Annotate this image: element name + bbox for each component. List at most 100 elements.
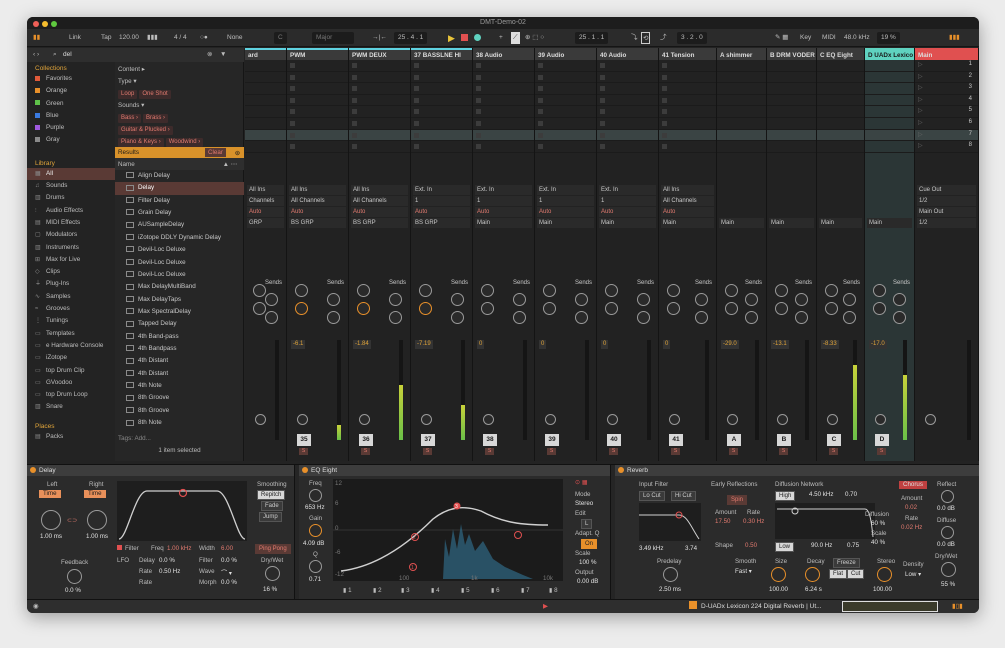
clip-slot[interactable]: [767, 141, 816, 153]
clip-slot[interactable]: [473, 72, 534, 84]
band-1[interactable]: ▮ 1: [343, 587, 352, 594]
tags-add[interactable]: Tags: Add...: [115, 432, 244, 444]
clear-results-button[interactable]: Clear: [204, 148, 226, 157]
track-activator[interactable]: D: [875, 434, 889, 446]
feedback-knob[interactable]: [67, 569, 82, 584]
high-damping-value[interactable]: 0.70: [845, 491, 857, 498]
input-type-dropdown[interactable]: All Ins: [351, 184, 408, 195]
volume-value[interactable]: 0: [477, 340, 485, 349]
scene-launch-icon[interactable]: ▷: [918, 107, 923, 114]
clip-stop-icon[interactable]: [600, 97, 605, 103]
clip-slot[interactable]: [349, 83, 410, 95]
loop-length-field[interactable]: 3 . 2 . 0: [677, 32, 707, 44]
solo-button[interactable]: S: [299, 448, 308, 455]
volume-value[interactable]: -6.1: [291, 340, 306, 349]
clip-slot[interactable]: [659, 141, 716, 153]
lo-cut-button[interactable]: Lo Cut: [639, 491, 665, 501]
clip-slot[interactable]: [597, 106, 658, 118]
clip-stop-icon[interactable]: [538, 63, 543, 68]
library-item-drum-loop[interactable]: ▭ top Drum Loop: [27, 389, 115, 401]
clip-slot[interactable]: [349, 106, 410, 118]
monitor-switch[interactable]: Auto: [289, 206, 346, 217]
send-d-knob[interactable]: [575, 311, 588, 324]
clip-slot[interactable]: [597, 95, 658, 107]
volume-value[interactable]: -8.33: [821, 340, 839, 349]
left-time-knob[interactable]: [41, 510, 61, 530]
scene-number[interactable]: 4: [969, 96, 972, 102]
overview-thumbnail[interactable]: [842, 601, 938, 612]
eq-output-value[interactable]: 0.00 dB: [577, 578, 598, 585]
send-a-knob[interactable]: [825, 284, 838, 297]
output-routing-dropdown[interactable]: GRP: [247, 217, 284, 228]
library-item-max-for-live[interactable]: ⊞ Max for Live: [27, 254, 115, 266]
clip-stop-icon[interactable]: [538, 109, 543, 115]
clip-stop-icon[interactable]: [414, 144, 419, 150]
spin-amount-value[interactable]: 17.50: [715, 518, 730, 525]
clip-slot[interactable]: [411, 106, 472, 118]
flat-button[interactable]: Flat: [829, 569, 848, 579]
clip-slot[interactable]: [767, 72, 816, 84]
scene-launch-icon[interactable]: ▷: [918, 119, 923, 126]
clip-slot[interactable]: [767, 129, 816, 142]
scale-dropdown[interactable]: Major: [312, 32, 354, 44]
clip-slot[interactable]: [245, 72, 286, 84]
high-freq-value[interactable]: 4.50 kHz: [809, 491, 833, 498]
track-activator[interactable]: 35: [297, 434, 311, 446]
tempo-field[interactable]: 120.00: [119, 32, 139, 44]
clip-slot[interactable]: [865, 83, 914, 95]
clip-stop-icon[interactable]: [352, 63, 357, 68]
clip-slot[interactable]: [717, 106, 766, 118]
input-type-dropdown[interactable]: All Ins: [247, 184, 284, 195]
send-d-knob[interactable]: [389, 311, 402, 324]
send-c-knob[interactable]: [295, 302, 308, 315]
clip-slot[interactable]: [473, 118, 534, 130]
clip-slot[interactable]: [287, 95, 348, 107]
view-toggle-icon[interactable]: ▮▮▮: [949, 32, 960, 44]
scene-number[interactable]: 1: [969, 61, 972, 67]
places-item-packs[interactable]: ▤ Packs: [27, 431, 115, 443]
result-item[interactable]: Devil-Loc Deluxe: [115, 269, 244, 281]
clip-stop-icon[interactable]: [352, 97, 357, 103]
high-button[interactable]: High: [775, 491, 796, 501]
monitor-switch[interactable]: Auto: [413, 206, 470, 217]
link-button[interactable]: Link: [69, 32, 81, 44]
low-button[interactable]: Low: [775, 542, 795, 552]
cut-button[interactable]: Cut: [847, 569, 865, 579]
freeze-button[interactable]: Freeze: [833, 558, 860, 568]
clip-slot[interactable]: [535, 141, 596, 153]
volume-value[interactable]: 0: [663, 340, 671, 349]
monitor-switch[interactable]: Auto: [247, 206, 284, 217]
clip-slot[interactable]: [597, 129, 658, 142]
scene-number[interactable]: 5: [969, 107, 972, 113]
scene-number[interactable]: 3: [969, 84, 972, 90]
fade-button[interactable]: Fade: [261, 501, 283, 511]
diffusion-display[interactable]: [775, 503, 875, 539]
clip-stop-icon[interactable]: [352, 144, 357, 150]
clip-slot[interactable]: [411, 95, 472, 107]
reflect-knob[interactable]: [941, 490, 954, 503]
result-item[interactable]: 4th Bandpass: [115, 343, 244, 355]
clip-stop-icon[interactable]: [476, 86, 481, 92]
input-channel-dropdown[interactable]: All Channels: [289, 195, 346, 206]
result-item[interactable]: 8th Groove: [115, 405, 244, 417]
pan-knob[interactable]: [545, 414, 556, 425]
clip-stop-icon[interactable]: [290, 109, 295, 115]
clip-slot[interactable]: [717, 83, 766, 95]
eq-record-icon[interactable]: ⊙ ▦: [575, 479, 588, 486]
send-a-knob[interactable]: [295, 284, 308, 297]
pan-knob[interactable]: [483, 414, 494, 425]
clip-slot[interactable]: [349, 118, 410, 130]
band-3[interactable]: ▮ 3: [401, 587, 410, 594]
clip-stop-icon[interactable]: [538, 120, 543, 126]
clip-slot[interactable]: [535, 106, 596, 118]
pan-knob[interactable]: [359, 414, 370, 425]
send-a-knob[interactable]: [253, 284, 266, 297]
clip-slot[interactable]: [865, 95, 914, 107]
song-position-field[interactable]: 25 . 4 . 1: [394, 32, 428, 44]
clip-stop-icon[interactable]: [600, 109, 605, 115]
clip-slot[interactable]: [411, 72, 472, 84]
scene-launch-icon[interactable]: ▷: [918, 84, 923, 91]
clip-slot[interactable]: [767, 106, 816, 118]
solo-button[interactable]: S: [361, 448, 370, 455]
clip-stop-icon[interactable]: [476, 97, 481, 103]
